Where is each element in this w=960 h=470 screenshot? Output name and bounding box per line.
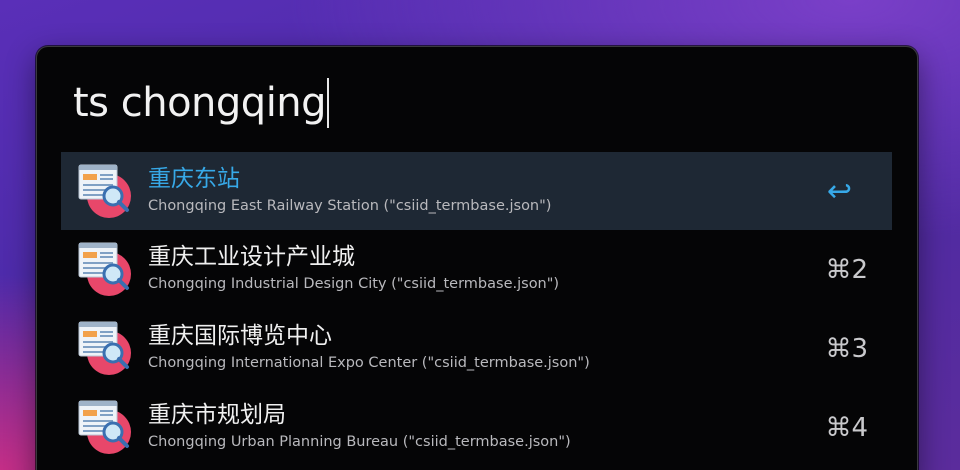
result-text: 重庆东站 Chongqing East Railway Station ("cs… (148, 163, 551, 216)
shortcut-label: ⌘2 (825, 254, 868, 285)
results-list: 重庆东站 Chongqing East Railway Station ("cs… (61, 152, 892, 467)
result-item[interactable]: 重庆市规划局 Chongqing Urban Planning Bureau (… (61, 388, 892, 467)
result-subtitle: Chongqing Industrial Design City ("csiid… (148, 276, 560, 292)
dictionary-search-icon (78, 164, 131, 218)
result-title: 重庆东站 (148, 166, 240, 192)
result-item[interactable]: 重庆国际博览中心 Chongqing International Expo Ce… (61, 309, 892, 388)
result-title: 重庆工业设计产业城 (148, 244, 355, 270)
result-item[interactable]: 重庆东站 Chongqing East Railway Station ("cs… (61, 152, 892, 230)
dictionary-search-icon (78, 242, 131, 296)
launcher-window: ts chongqing 重庆东站 Chongqing East Railway… (36, 46, 918, 470)
result-item[interactable]: 重庆工业设计产业城 Chongqing Industrial Design Ci… (61, 230, 892, 309)
dictionary-search-icon (78, 321, 131, 375)
shortcut-label: ⌘4 (825, 412, 868, 443)
text-caret (327, 78, 330, 128)
result-text: 重庆市规划局 Chongqing Urban Planning Bureau (… (148, 399, 571, 452)
search-field[interactable]: ts chongqing (73, 73, 330, 133)
result-subtitle: Chongqing International Expo Center ("cs… (148, 355, 590, 371)
result-title: 重庆市规划局 (148, 402, 286, 428)
shortcut-label: ⌘3 (825, 333, 868, 364)
dictionary-search-icon (78, 400, 131, 454)
return-key-icon: ↩ (826, 174, 852, 209)
result-text: 重庆工业设计产业城 Chongqing Industrial Design Ci… (148, 241, 559, 294)
result-subtitle: Chongqing Urban Planning Bureau ("csiid_… (148, 434, 571, 450)
result-title: 重庆国际博览中心 (148, 323, 332, 349)
search-input[interactable]: ts chongqing (73, 73, 327, 133)
result-text: 重庆国际博览中心 Chongqing International Expo Ce… (148, 320, 590, 373)
result-subtitle: Chongqing East Railway Station ("csiid_t… (148, 198, 552, 214)
